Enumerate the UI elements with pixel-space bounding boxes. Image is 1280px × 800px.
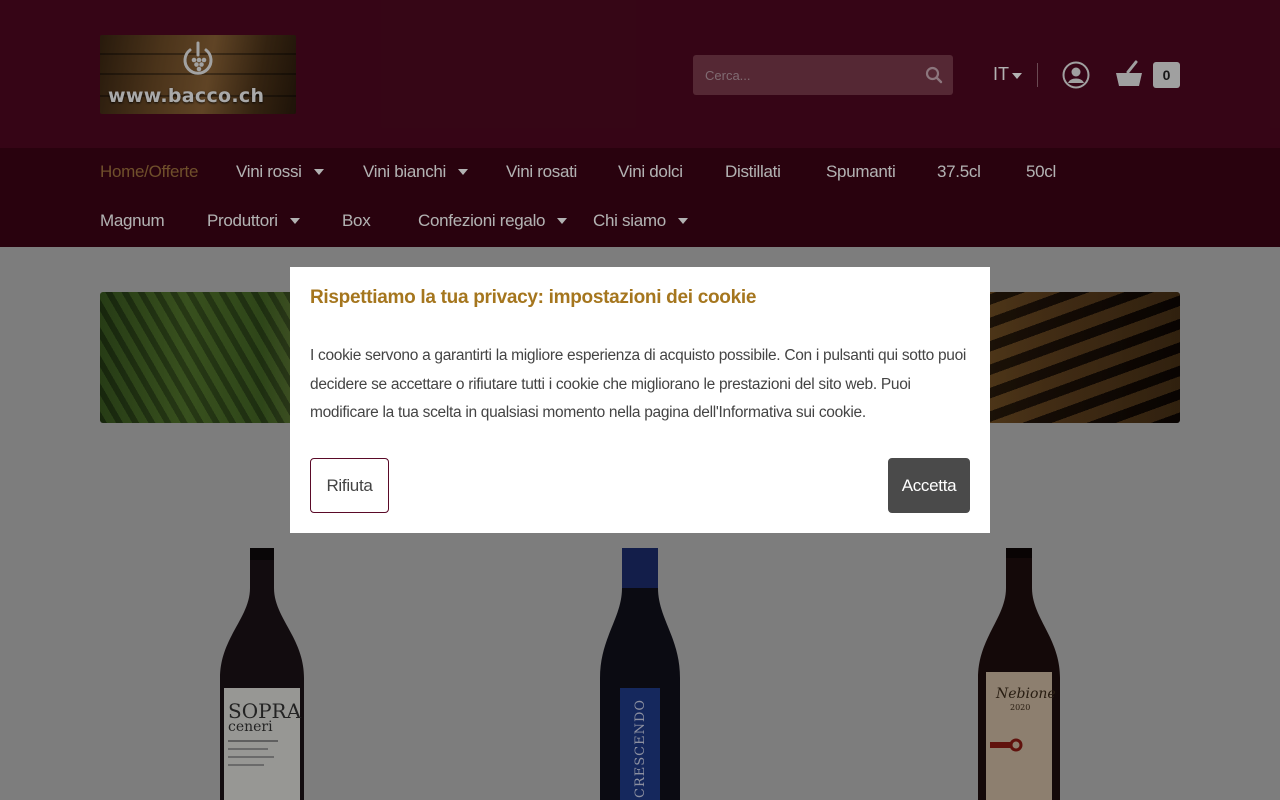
cookie-consent-dialog: Rispettiamo la tua privacy: impostazioni… xyxy=(290,267,990,533)
cookie-dialog-title: Rispettiamo la tua privacy: impostazioni… xyxy=(310,287,757,308)
reject-cookies-button[interactable]: Rifiuta xyxy=(310,458,389,513)
cookie-dialog-body: I cookie servono a garantirti la miglior… xyxy=(310,347,967,421)
accept-cookies-button[interactable]: Accetta xyxy=(888,458,970,513)
